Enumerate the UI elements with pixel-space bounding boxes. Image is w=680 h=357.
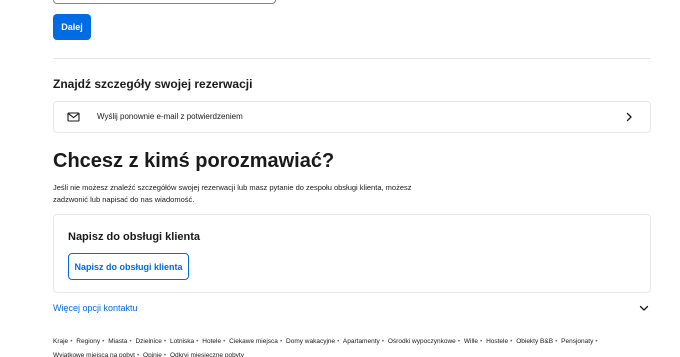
footer-separator: •	[196, 338, 199, 345]
footer-separator: •	[136, 352, 140, 357]
contact-card-title: Napisz do obsługi klienta	[68, 231, 201, 243]
talk-title: Chcesz z kimś porozmawiać?	[53, 150, 335, 172]
footer-separator: •	[279, 338, 283, 345]
booking-details-title: Znajdź szczegóły swojej rezerwacji	[53, 77, 253, 91]
footer-separator: •	[129, 338, 132, 345]
footer-link[interactable]: Miasta	[108, 338, 127, 345]
footer-link[interactable]: Hotele	[202, 338, 221, 345]
footer-link[interactable]: Kraje	[53, 338, 68, 345]
footer-link[interactable]: Apartamenty	[343, 338, 380, 345]
footer-link[interactable]: Obiekty B&B	[516, 338, 553, 345]
footer-link[interactable]: Ośrodki wypoczynkowe	[388, 338, 456, 345]
footer-separator: •	[510, 338, 513, 345]
footer-separator: •	[102, 338, 105, 345]
booking-number-input[interactable]	[53, 0, 276, 4]
footer-separator: •	[163, 338, 167, 345]
footer-link[interactable]: Hostele	[486, 338, 508, 345]
footer-separator: •	[457, 338, 461, 345]
footer-link[interactable]: Opinie	[143, 352, 162, 357]
footer-separator: •	[223, 338, 226, 345]
footer-separator: •	[381, 338, 385, 345]
footer-separator: •	[595, 338, 598, 345]
footer-link[interactable]: Pensjonaty	[561, 338, 593, 345]
footer-links: Kraje • Regiony • Miasta • Dzielnice • Lotni…	[53, 335, 643, 357]
footer-link[interactable]: Regiony	[76, 338, 100, 345]
chevron-down-icon[interactable]	[639, 303, 649, 313]
footer-link[interactable]: Wyjątkowe miejsca na pobyt	[53, 352, 135, 357]
footer-link[interactable]: Odkryj miesięczne pobyty	[170, 352, 244, 357]
mail-icon	[67, 111, 80, 123]
footer-link[interactable]: Lotniska	[170, 338, 194, 345]
footer-separator: •	[479, 338, 483, 345]
section-divider	[53, 58, 651, 59]
footer-separator: •	[555, 338, 558, 345]
more-contact-options[interactable]: Więcej opcji kontaktu	[53, 300, 651, 316]
footer-link[interactable]: Ciekawe miejsca	[229, 338, 278, 345]
contact-card: Napisz do obsługi klienta Napisz do obsł…	[53, 214, 651, 293]
next-button[interactable]: Dalej	[53, 14, 91, 40]
footer-separator: •	[337, 338, 340, 345]
chevron-right-icon	[624, 112, 634, 122]
footer-link[interactable]: Dzielnice	[135, 338, 161, 345]
footer-separator: •	[163, 352, 167, 357]
resend-confirmation-label: Wyślij ponownie e-mail z potwierdzeniem	[97, 112, 243, 121]
footer-separator: •	[70, 338, 73, 345]
resend-confirmation-row[interactable]: Wyślij ponownie e-mail z potwierdzeniem	[53, 101, 651, 133]
contact-support-button[interactable]: Napisz do obsługi klienta	[68, 253, 189, 280]
footer-link[interactable]: Domy wakacyjne	[286, 338, 335, 345]
more-contact-options-link[interactable]: Więcej opcji kontaktu	[53, 303, 138, 313]
talk-description: Jeśli nie możesz znaleźć szczegółów swoj…	[53, 183, 412, 204]
footer-link[interactable]: Wille	[464, 338, 478, 345]
